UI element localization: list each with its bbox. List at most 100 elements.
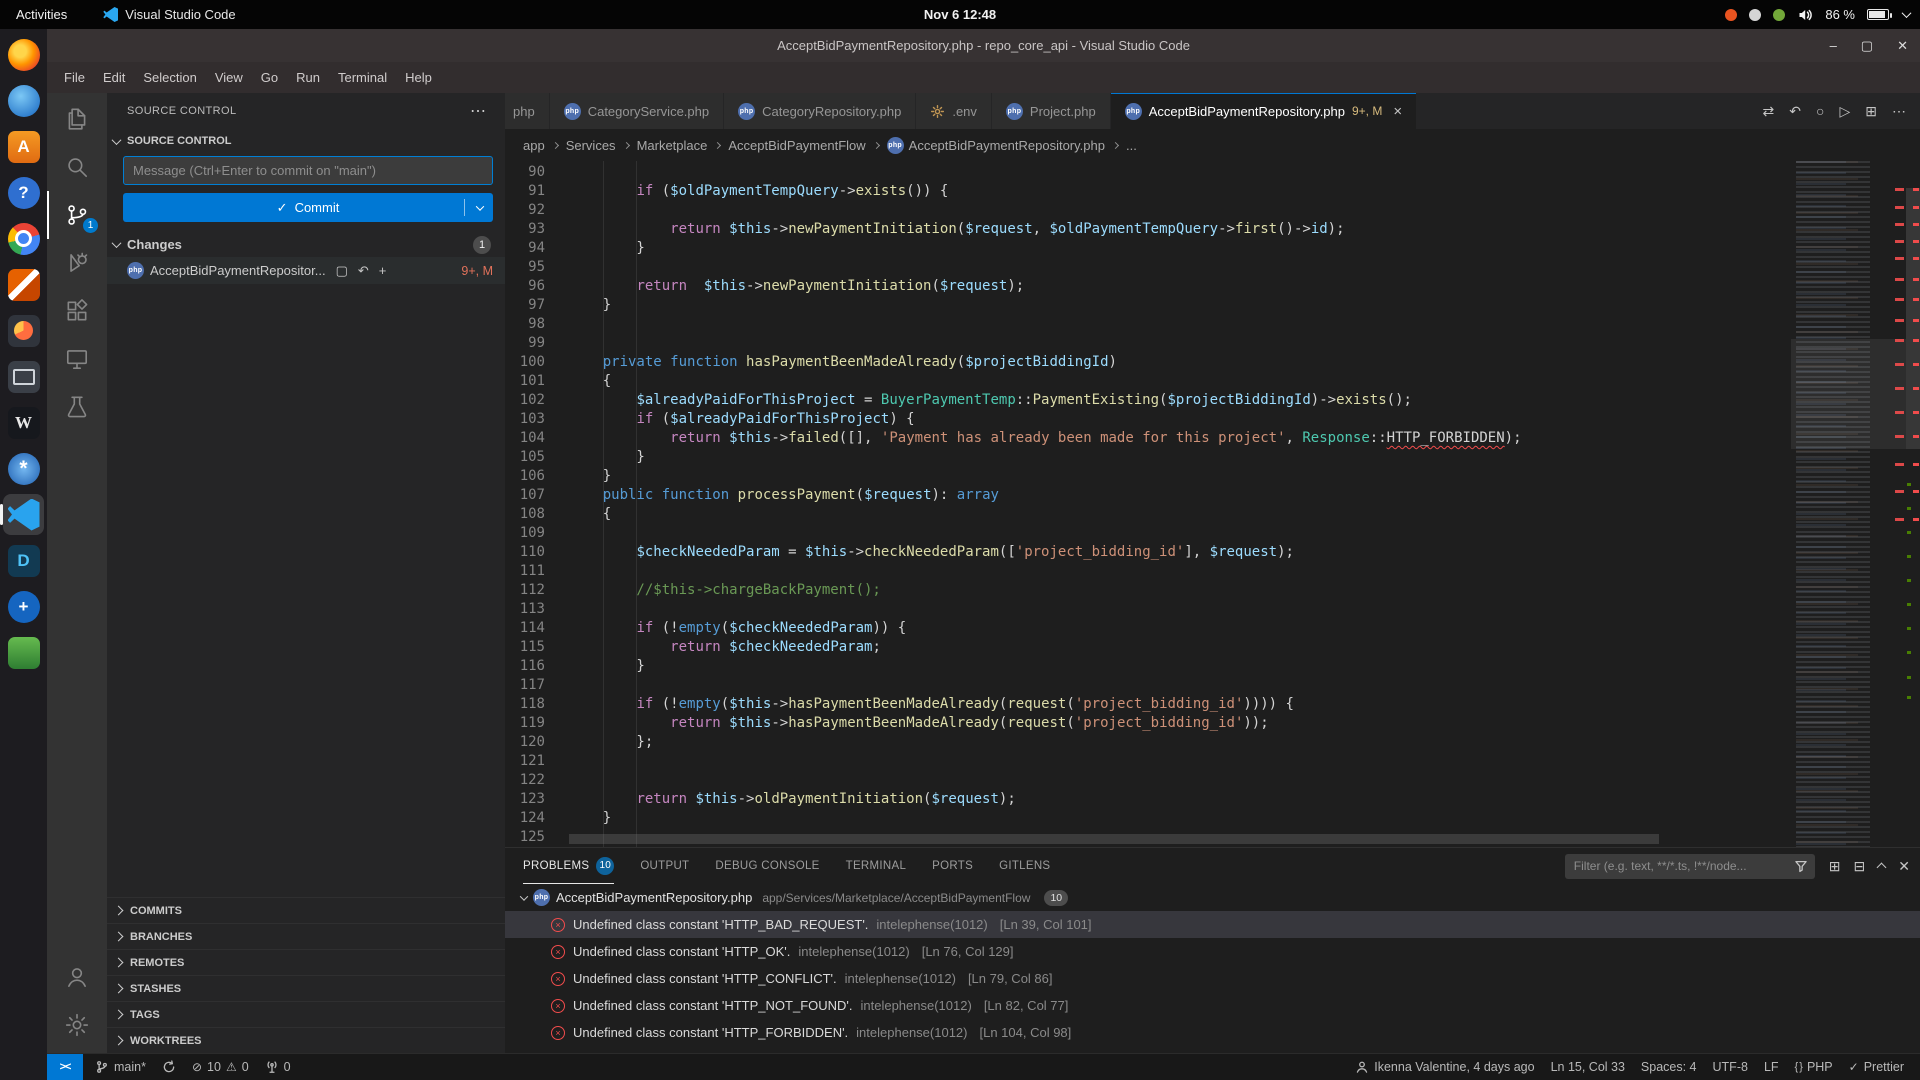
activities-button[interactable]: Activities	[10, 5, 73, 24]
breadcrumb-item-Services[interactable]: Services	[566, 138, 616, 153]
menu-selection[interactable]: Selection	[134, 66, 205, 89]
minimap-slider[interactable]	[1791, 339, 1906, 449]
remote-indicator[interactable]: ><	[47, 1054, 83, 1080]
problem-row[interactable]: ×Undefined class constant 'HTTP_FORBIDDE…	[505, 1019, 1920, 1046]
tab-php[interactable]: php	[505, 93, 550, 129]
activitybar-run-and-debug[interactable]	[47, 239, 107, 287]
close-button[interactable]: ✕	[1897, 38, 1908, 54]
menu-run[interactable]: Run	[287, 66, 329, 89]
section-tags[interactable]: TAGS	[107, 1001, 505, 1027]
dock-vscode[interactable]	[3, 494, 44, 535]
cursor-position[interactable]: Ln 15, Col 33	[1543, 1054, 1633, 1080]
maximize-panel-icon[interactable]	[1877, 863, 1887, 873]
filter-icon[interactable]	[1794, 859, 1808, 873]
split-editor-icon[interactable]: ⊞	[1865, 103, 1877, 120]
system-tray[interactable]: 86 %	[1725, 7, 1910, 23]
maximize-button[interactable]: ▢	[1861, 38, 1873, 54]
branch-indicator[interactable]: main*	[87, 1054, 154, 1080]
volume-icon[interactable]	[1797, 7, 1813, 23]
commit-message-input[interactable]	[123, 156, 493, 185]
tab-.env[interactable]: .env	[916, 93, 992, 129]
problem-row[interactable]: ×Undefined class constant 'HTTP_BAD_REQU…	[505, 911, 1920, 938]
discard-changes-icon[interactable]: ↶	[358, 263, 369, 279]
dock-blue-app[interactable]: *	[3, 448, 44, 489]
minimap[interactable]	[1791, 161, 1906, 847]
tab-CategoryRepository.php[interactable]: phpCategoryRepository.php	[724, 93, 916, 129]
problem-row[interactable]: ×Undefined class constant 'HTTP_CONFLICT…	[505, 965, 1920, 992]
open-changes-icon[interactable]: ⇄	[1763, 103, 1775, 120]
open-file-icon[interactable]: ▢	[336, 263, 348, 279]
menu-help[interactable]: Help	[396, 66, 441, 89]
more-actions-icon[interactable]: ⋯	[1892, 103, 1906, 120]
menu-edit[interactable]: Edit	[94, 66, 134, 89]
section-worktrees[interactable]: WORKTREES	[107, 1027, 505, 1053]
dock-docker[interactable]: D	[3, 540, 44, 581]
clock[interactable]: Nov 6 12:48	[924, 7, 996, 22]
panel-tab-output[interactable]: OUTPUT	[640, 848, 689, 884]
changed-file-row[interactable]: php AcceptBidPaymentRepositor... ▢ ↶ + 9…	[107, 257, 505, 284]
preview-icon[interactable]: ○	[1816, 103, 1824, 119]
editor[interactable]: 9091 if ($oldPaymentTempQuery->exists())…	[505, 161, 1791, 847]
menu-file[interactable]: File	[55, 66, 94, 89]
panel-tab-gitlens[interactable]: GITLENS	[999, 848, 1050, 884]
section-branches[interactable]: BRANCHES	[107, 923, 505, 949]
panel-tab-ports[interactable]: PORTS	[932, 848, 973, 884]
dock-screen-share[interactable]	[3, 356, 44, 397]
breadcrumb-item-AcceptBidPaymentRepository.php[interactable]: phpAcceptBidPaymentRepository.php	[887, 137, 1105, 154]
collapse-all-icon[interactable]: ⊟	[1854, 858, 1866, 875]
menu-view[interactable]: View	[206, 66, 252, 89]
activitybar-accounts[interactable]	[47, 953, 107, 1001]
problem-row[interactable]: ×Undefined class constant 'HTTP_OK'.inte…	[505, 938, 1920, 965]
breadcrumb-item-AcceptBidPaymentFlow[interactable]: AcceptBidPaymentFlow	[728, 138, 865, 153]
stage-changes-icon[interactable]: +	[379, 263, 387, 278]
encoding-indicator[interactable]: UTF-8	[1705, 1054, 1756, 1080]
breadcrumb-item-app[interactable]: app	[523, 138, 545, 153]
activitybar-explorer[interactable]	[47, 95, 107, 143]
section-stashes[interactable]: STASHES	[107, 975, 505, 1001]
section-commits[interactable]: COMMITS	[107, 897, 505, 923]
dock-marker[interactable]	[3, 264, 44, 305]
activitybar-source-control[interactable]: 1	[47, 191, 107, 239]
tab-Project.php[interactable]: phpProject.php	[992, 93, 1111, 129]
menu-chevron-icon[interactable]	[1902, 8, 1912, 18]
dock-chrome[interactable]	[3, 218, 44, 259]
commit-dropdown-icon[interactable]	[476, 202, 484, 210]
formatter-indicator[interactable]: ✓ Prettier	[1841, 1054, 1912, 1080]
menu-go[interactable]: Go	[252, 66, 287, 89]
scm-section-header[interactable]: SOURCE CONTROL	[107, 129, 505, 153]
dock-help[interactable]: ?	[3, 172, 44, 213]
problems-indicator[interactable]: ⊘ 10 ⚠ 0	[184, 1054, 257, 1080]
breadcrumb-item-Marketplace[interactable]: Marketplace	[637, 138, 708, 153]
activitybar-remote-explorer[interactable]	[47, 335, 107, 383]
ports-indicator[interactable]: 0	[257, 1054, 299, 1080]
problem-row[interactable]: ×Undefined class constant 'HTTP_NOT_FOUN…	[505, 992, 1920, 1019]
panel-tab-problems[interactable]: PROBLEMS10	[523, 848, 614, 884]
view-as-table-icon[interactable]: ⊞	[1829, 858, 1841, 875]
commit-button[interactable]: ✓ Commit	[123, 193, 493, 222]
close-panel-icon[interactable]: ✕	[1898, 858, 1910, 875]
file-history-icon[interactable]: ↶	[1789, 103, 1801, 120]
dock-wikipedia[interactable]: W	[3, 402, 44, 443]
activitybar-testing[interactable]	[47, 383, 107, 431]
changes-section-header[interactable]: Changes 1	[107, 232, 505, 257]
activitybar-extensions[interactable]	[47, 287, 107, 335]
activitybar-manage[interactable]	[47, 1001, 107, 1049]
sync-button[interactable]	[154, 1054, 184, 1080]
indentation-indicator[interactable]: Spaces: 4	[1633, 1054, 1705, 1080]
activitybar-search[interactable]	[47, 143, 107, 191]
dock-remote-desktop[interactable]: +	[3, 586, 44, 627]
dock-firefox[interactable]	[3, 34, 44, 75]
problems-filter-input[interactable]	[1572, 858, 1789, 874]
eol-indicator[interactable]: LF	[1756, 1054, 1787, 1080]
problems-file-group[interactable]: php AcceptBidPaymentRepository.php app/S…	[505, 884, 1920, 911]
problems-filter[interactable]	[1565, 854, 1815, 879]
dock-green-app[interactable]	[3, 632, 44, 673]
overview-ruler[interactable]	[1906, 161, 1920, 847]
language-indicator[interactable]: { } PHP	[1787, 1054, 1841, 1080]
close-tab-icon[interactable]: ×	[1393, 103, 1402, 120]
dock-app-store[interactable]: A	[3, 126, 44, 167]
horizontal-scrollbar[interactable]	[569, 834, 1659, 844]
problem-row[interactable]: ×Undefined class constantintelephense(10…	[505, 1046, 1920, 1053]
focused-app-indicator[interactable]: Visual Studio Code	[103, 7, 235, 22]
run-php-icon[interactable]: ▷	[1839, 103, 1850, 120]
